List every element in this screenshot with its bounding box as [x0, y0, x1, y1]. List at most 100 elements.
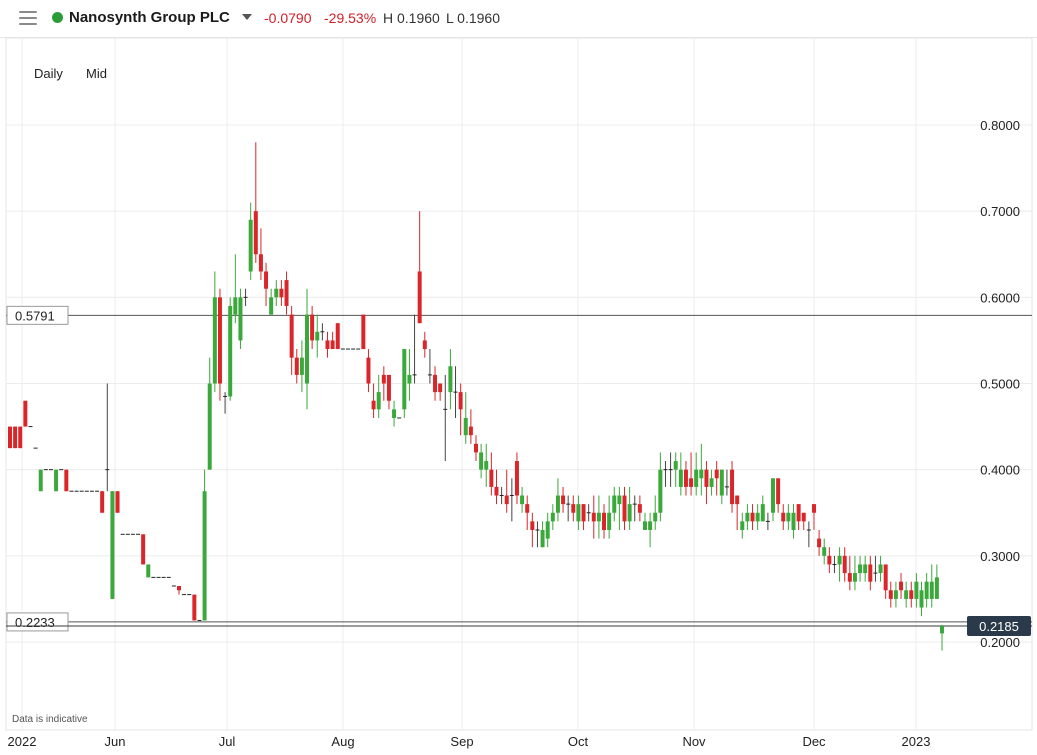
- y-tick-label: 0.8000: [980, 118, 1020, 133]
- candle-body: [776, 478, 781, 505]
- candle-body: [366, 357, 371, 384]
- candle-body: [468, 426, 473, 436]
- candle-body: [904, 590, 909, 599]
- candle-body: [217, 297, 222, 384]
- candle-body: [525, 504, 530, 513]
- candle-body: [642, 521, 647, 530]
- candle-body: [653, 512, 658, 522]
- candle-body: [934, 577, 939, 599]
- candle-body: [115, 491, 120, 513]
- candle-body: [755, 512, 760, 522]
- menu-icon[interactable]: [19, 11, 37, 25]
- level-label-box: [6, 305, 69, 325]
- candle-body: [847, 573, 852, 582]
- candle-body: [822, 547, 827, 556]
- price-change-percent: -29.53%: [324, 10, 377, 26]
- candle-body: [264, 271, 269, 289]
- candle-body: [530, 521, 535, 530]
- candle-body: [207, 383, 212, 470]
- candle-body: [258, 254, 263, 272]
- candle-body: [141, 534, 146, 565]
- candle-body: [38, 469, 43, 492]
- candle-body: [673, 461, 678, 470]
- candle-body: [888, 590, 893, 599]
- candle-body: [540, 529, 545, 548]
- candle-body: [274, 288, 279, 298]
- instrument-title[interactable]: Nanosynth Group PLC: [69, 9, 230, 26]
- candle-body: [305, 314, 310, 384]
- y-tick-label: 0.5000: [980, 377, 1020, 392]
- candle-body: [852, 573, 857, 582]
- candle-body: [325, 340, 330, 350]
- candle-body: [796, 504, 801, 522]
- candle-body: [791, 512, 796, 530]
- candle-body: [709, 478, 714, 487]
- candle-body: [801, 512, 806, 522]
- candle-body: [520, 495, 525, 505]
- candle-body: [330, 340, 335, 350]
- candle-body: [402, 349, 407, 410]
- candle-body: [827, 555, 832, 565]
- candle-body: [289, 314, 294, 358]
- candle-body: [914, 581, 919, 599]
- y-tick-label: 0.7000: [980, 204, 1020, 219]
- candle-body: [781, 512, 786, 522]
- candle-body: [750, 512, 755, 522]
- candle-body: [607, 512, 612, 530]
- candle-body: [919, 590, 924, 608]
- candle-body: [678, 469, 683, 487]
- x-tick-label: Nov: [682, 734, 706, 749]
- price-type-mid-button[interactable]: Mid: [86, 66, 107, 81]
- candle-body: [253, 211, 258, 255]
- candle-body: [786, 512, 791, 522]
- candle-body: [269, 297, 274, 315]
- period-daily-button[interactable]: Daily: [34, 66, 63, 81]
- candle-body: [878, 564, 883, 574]
- candle-body: [863, 564, 868, 574]
- candle-body: [371, 400, 376, 410]
- price-change: -0.0790: [264, 10, 312, 26]
- candle-body: [550, 512, 555, 522]
- candle-body: [279, 288, 284, 298]
- candle-body: [438, 383, 443, 393]
- candle-body: [561, 495, 566, 505]
- candle-body: [929, 581, 934, 599]
- candle-body: [817, 538, 822, 548]
- candle-body: [893, 590, 898, 599]
- candle-body: [811, 504, 816, 513]
- candle-body: [771, 478, 776, 513]
- candle-body: [392, 409, 397, 418]
- last-price-box: [967, 616, 1031, 637]
- candle-body: [760, 504, 765, 522]
- x-tick-label: Aug: [331, 734, 354, 749]
- candle-body: [909, 590, 914, 599]
- caret-down-icon[interactable]: [242, 14, 252, 20]
- candlestick-chart: 0.8000 0.7000 0.6000 0.5000 0.4000 0.3000 0.20…: [5, 37, 1033, 749]
- candle-body: [458, 392, 463, 410]
- candle-body: [54, 469, 59, 492]
- candle-body: [658, 469, 663, 513]
- y-tick-label: 0.3000: [980, 549, 1020, 564]
- candle-body: [514, 461, 519, 496]
- candle-body: [591, 512, 596, 522]
- candle-body: [479, 452, 484, 470]
- level-label: 0.5791: [15, 308, 55, 323]
- chart-header: Nanosynth Group PLC -0.0790 -29.53% H 0.…: [0, 0, 1037, 38]
- candle-body: [284, 280, 289, 306]
- candle-body: [64, 469, 69, 492]
- candle-body: [310, 314, 315, 341]
- candle-body: [238, 297, 243, 341]
- candle-body: [612, 495, 617, 513]
- candle-body: [627, 504, 632, 522]
- candle-body: [376, 392, 381, 410]
- candle-body: [858, 564, 863, 574]
- candle-body: [868, 564, 873, 582]
- candle-body: [233, 297, 238, 315]
- candle-body: [294, 357, 299, 375]
- candle-body: [335, 323, 340, 350]
- y-tick-label: 0.2000: [980, 635, 1020, 650]
- candle-body: [248, 219, 253, 272]
- candle-body: [571, 504, 576, 513]
- candle-body: [212, 297, 217, 384]
- candle-body: [545, 521, 550, 539]
